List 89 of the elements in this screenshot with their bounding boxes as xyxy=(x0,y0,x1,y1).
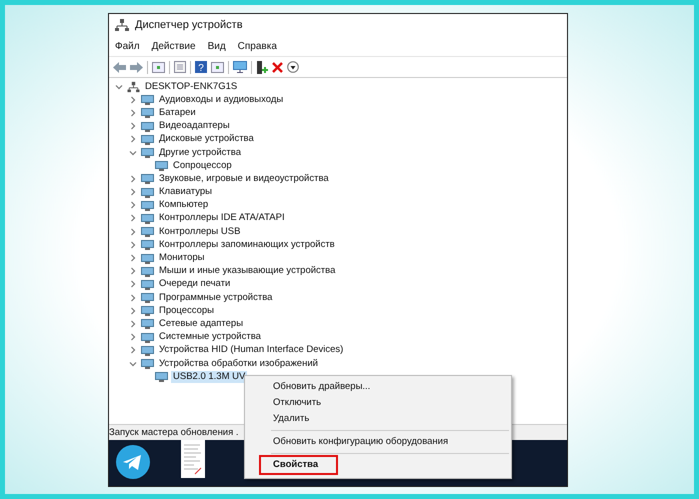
tree-item[interactable]: Контроллеры IDE ATA/ATAPI xyxy=(157,212,287,224)
tree-item[interactable]: Устройства обработки изображений xyxy=(157,358,320,370)
device-icon xyxy=(141,173,154,184)
chevron-right-icon[interactable] xyxy=(129,346,137,354)
tree-item[interactable]: Сопроцессор xyxy=(171,160,234,172)
menu-item[interactable]: Удалить xyxy=(245,411,511,427)
device-icon xyxy=(155,160,168,172)
tree-item[interactable]: Устройства HID (Human Interface Devices) xyxy=(157,344,346,356)
device-icon xyxy=(141,134,154,145)
device-icon xyxy=(141,292,154,304)
tree-item[interactable]: Звуковые, игровые и видеоустройства xyxy=(157,172,331,185)
chevron-right-icon[interactable] xyxy=(129,96,137,104)
chevron-right-icon[interactable] xyxy=(129,122,137,130)
menu-item[interactable]: Обновить драйверы... xyxy=(245,379,511,395)
chevron-right-icon[interactable] xyxy=(129,333,137,342)
delete-icon[interactable] xyxy=(272,62,283,72)
chevron-right-icon[interactable] xyxy=(129,228,137,236)
device-icon xyxy=(141,212,154,224)
device-icon xyxy=(141,186,154,198)
device-icon xyxy=(141,226,154,238)
device-icon xyxy=(141,107,154,118)
chevron-right-icon[interactable] xyxy=(129,214,137,222)
document-thumbnail-icon[interactable] xyxy=(181,440,205,478)
device-plus-icon[interactable] xyxy=(256,60,268,74)
device-icon xyxy=(141,147,154,158)
telegram-icon[interactable] xyxy=(115,444,151,480)
chevron-right-icon[interactable] xyxy=(129,108,137,117)
chevron-right-icon[interactable] xyxy=(129,267,137,276)
menu-item[interactable]: Справка xyxy=(238,40,277,52)
tree-item[interactable]: Программные устройства xyxy=(157,292,274,304)
chevron-down-icon[interactable] xyxy=(129,148,137,157)
device-icon xyxy=(141,252,154,264)
tree-item[interactable]: Контроллеры запоминающих устройств xyxy=(157,238,337,251)
chevron-down-icon[interactable] xyxy=(129,360,137,368)
forward-arrow-icon[interactable] xyxy=(130,62,143,72)
chevron-right-icon[interactable] xyxy=(129,280,137,288)
device-icon xyxy=(141,94,154,106)
device-icon xyxy=(141,239,154,250)
tree-item[interactable]: Системные устройства xyxy=(157,331,263,344)
chevron-right-icon[interactable] xyxy=(129,294,137,302)
chevron-down-icon[interactable] xyxy=(115,82,123,91)
menu-item[interactable]: Свойства xyxy=(261,457,336,473)
device-icon xyxy=(141,200,154,211)
device-icon xyxy=(155,371,168,382)
device-icon xyxy=(141,344,154,356)
panel-icon[interactable] xyxy=(152,62,165,72)
tree-item[interactable]: Другие устройства xyxy=(157,146,243,159)
tree-item[interactable]: Компьютер xyxy=(157,199,210,212)
tree-item[interactable]: Мониторы xyxy=(157,252,206,264)
tree-item[interactable]: Клавиатуры xyxy=(157,186,214,198)
tree-item[interactable]: Батареи xyxy=(157,106,198,119)
menu-item[interactable]: Отключить xyxy=(245,395,511,411)
chevron-right-icon[interactable] xyxy=(129,254,137,262)
tree-item[interactable]: Дисковые устройства xyxy=(157,133,256,146)
tree-item[interactable]: Процессоры xyxy=(157,304,216,317)
back-arrow-icon[interactable] xyxy=(113,62,126,72)
device-icon xyxy=(141,318,154,330)
window-title: Диспетчер устройств xyxy=(135,19,243,31)
chevron-right-icon[interactable] xyxy=(129,174,137,183)
properties-icon[interactable] xyxy=(174,61,186,73)
help-icon[interactable]: ? xyxy=(195,61,207,73)
device-icon xyxy=(141,120,154,132)
chevron-right-icon[interactable] xyxy=(129,201,137,210)
tree-item[interactable]: Видеоадаптеры xyxy=(157,120,232,132)
tree-item[interactable]: Сетевые адаптеры xyxy=(157,318,246,330)
device-icon xyxy=(141,278,154,290)
tree-item[interactable]: Очереди печати xyxy=(157,278,232,290)
menu-item[interactable]: Файл xyxy=(115,40,140,52)
chevron-right-icon[interactable] xyxy=(129,188,137,196)
device-icon xyxy=(141,358,154,370)
chevron-right-icon[interactable] xyxy=(129,240,137,249)
device-icon xyxy=(141,332,154,343)
chevron-right-icon[interactable] xyxy=(129,306,137,315)
tree-item[interactable]: Аудиовходы и аудиовыходы xyxy=(157,94,286,106)
download-circle-icon[interactable] xyxy=(287,61,299,73)
device-icon xyxy=(141,266,154,277)
tree-item[interactable]: USB2.0 1.3M UV xyxy=(171,370,248,383)
tree-item[interactable]: Контроллеры USB xyxy=(157,226,242,238)
menu-item[interactable]: Вид xyxy=(208,40,226,52)
chevron-right-icon[interactable] xyxy=(129,135,137,144)
chevron-right-icon[interactable] xyxy=(129,320,137,328)
computer-tree-icon xyxy=(115,18,129,32)
computer-tree-icon xyxy=(127,80,140,93)
device-icon xyxy=(141,305,154,316)
tree-item[interactable]: Мыши и иные указывающие устройства xyxy=(157,265,338,278)
tree-item[interactable]: DESKTOP-ENK7G1S xyxy=(143,80,240,93)
panel-icon[interactable] xyxy=(211,62,224,72)
menu-item[interactable]: Действие xyxy=(152,40,196,52)
monitor-icon[interactable] xyxy=(233,61,247,73)
